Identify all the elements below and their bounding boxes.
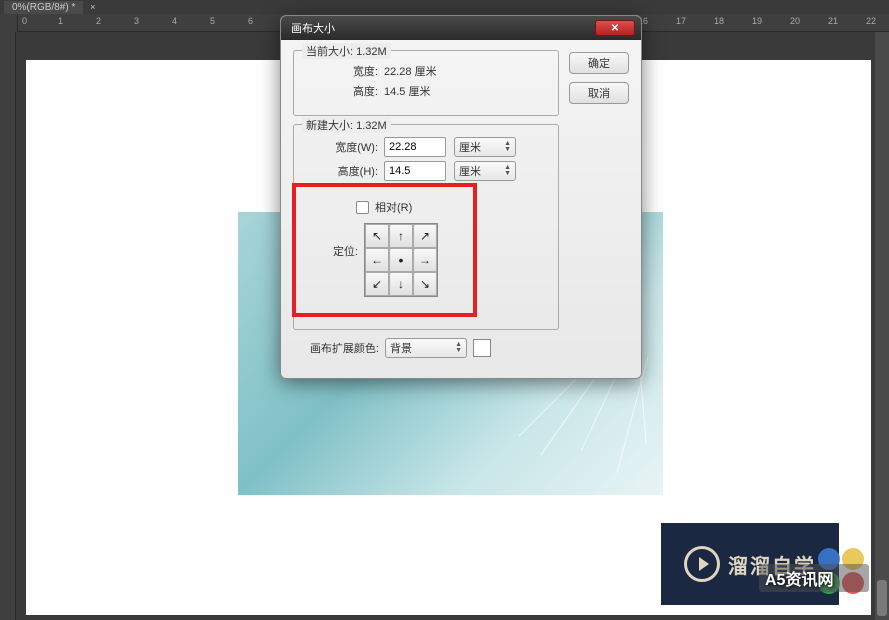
vertical-ruler (0, 32, 16, 620)
anchor-top-right[interactable]: ↗ (413, 224, 437, 248)
new-height-label: 高度(H): (304, 163, 384, 179)
anchor-left[interactable]: ← (365, 248, 389, 272)
anchor-bottom-left[interactable]: ↙ (365, 272, 389, 296)
dialog-title: 画布大小 (291, 20, 335, 36)
anchor-top-left[interactable]: ↖ (365, 224, 389, 248)
width-unit-select[interactable]: 厘米 ▲▼ (454, 137, 516, 157)
ruler-mark: 5 (210, 16, 215, 26)
relative-label: 相对(R) (375, 199, 412, 215)
unit-label: 厘米 (459, 139, 481, 155)
ruler-corner (0, 14, 18, 32)
height-input[interactable] (384, 161, 446, 181)
close-icon: ✕ (611, 23, 619, 34)
current-height-label: 高度: (304, 83, 384, 99)
anchor-highlight-annotation: 相对(R) 定位: ↖ ↑ ↗ ← • → ↙ ↓ ↘ (292, 183, 477, 317)
ruler-mark: 4 (172, 16, 177, 26)
ruler-mark: 0 (22, 16, 27, 26)
new-size-group: 新建大小: 1.32M 宽度(W): 厘米 ▲▼ 高度(H): 厘米 ▲▼ (293, 124, 559, 330)
anchor-bottom[interactable]: ↓ (389, 272, 413, 296)
anchor-label: 定位: (326, 219, 364, 259)
unit-label: 厘米 (459, 163, 481, 179)
scrollbar-thumb[interactable] (877, 580, 887, 616)
extension-color-select[interactable]: 背景 ▲▼ (385, 338, 467, 358)
tab-bar: 0%(RGB/8#) * × (0, 0, 889, 14)
ruler-mark: 18 (714, 16, 724, 26)
new-size-legend: 新建大小: 1.32M (302, 117, 391, 133)
site-watermark: A5资讯网 (759, 564, 869, 592)
canvas-size-dialog: 画布大小 ✕ 当前大小: 1.32M 宽度: 22.28 厘米 高度: 14.5… (280, 15, 642, 379)
ruler-mark: 22 (866, 16, 876, 26)
current-width-label: 宽度: (304, 63, 384, 79)
extension-color-label: 画布扩展颜色: (293, 340, 385, 356)
current-height-value: 14.5 厘米 (384, 83, 430, 99)
ok-button[interactable]: 确定 (569, 52, 629, 74)
ruler-mark: 3 (134, 16, 139, 26)
select-arrows-icon: ▲▼ (455, 342, 462, 354)
tab-label: 0%(RGB/8#) * (12, 2, 75, 13)
current-width-value: 22.28 厘米 (384, 63, 437, 79)
relative-checkbox[interactable] (356, 201, 369, 214)
cancel-button[interactable]: 取消 (569, 82, 629, 104)
ruler-mark: 19 (752, 16, 762, 26)
extension-color-value: 背景 (390, 340, 412, 356)
ruler-mark: 20 (790, 16, 800, 26)
select-arrows-icon: ▲▼ (504, 141, 511, 153)
ruler-mark: 21 (828, 16, 838, 26)
select-arrows-icon: ▲▼ (504, 165, 511, 177)
current-size-group: 当前大小: 1.32M 宽度: 22.28 厘米 高度: 14.5 厘米 (293, 50, 559, 116)
new-width-label: 宽度(W): (304, 139, 384, 155)
width-input[interactable] (384, 137, 446, 157)
play-icon (684, 546, 720, 582)
height-unit-select[interactable]: 厘米 ▲▼ (454, 161, 516, 181)
ruler-mark: 6 (248, 16, 253, 26)
close-button[interactable]: ✕ (595, 20, 635, 36)
tab-close-icon[interactable]: × (90, 2, 95, 12)
anchor-top[interactable]: ↑ (389, 224, 413, 248)
color-swatch[interactable] (473, 339, 491, 357)
ruler-mark: 2 (96, 16, 101, 26)
ruler-mark: 17 (676, 16, 686, 26)
current-size-legend: 当前大小: 1.32M (302, 43, 391, 59)
vertical-scrollbar[interactable] (875, 32, 889, 620)
anchor-grid: ↖ ↑ ↗ ← • → ↙ ↓ ↘ (364, 223, 438, 297)
document-tab[interactable]: 0%(RGB/8#) * × (4, 1, 83, 14)
anchor-right[interactable]: → (413, 248, 437, 272)
dialog-titlebar[interactable]: 画布大小 ✕ (281, 16, 641, 40)
ruler-mark: 1 (58, 16, 63, 26)
anchor-bottom-right[interactable]: ↘ (413, 272, 437, 296)
anchor-center[interactable]: • (389, 248, 413, 272)
